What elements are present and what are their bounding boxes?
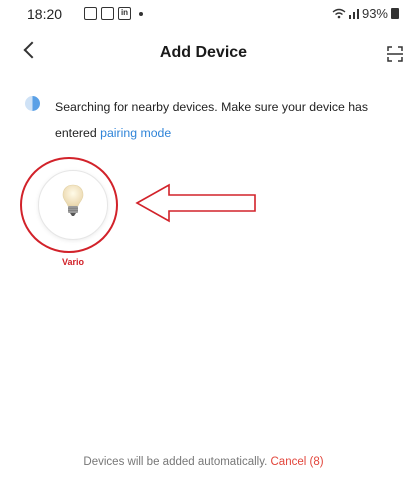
bulb-icon	[62, 184, 84, 216]
cancel-button[interactable]: Cancel (8)	[271, 456, 324, 468]
status-time: 18:20	[27, 6, 63, 22]
footer-text: Devices will be added automatically.	[83, 456, 271, 468]
battery-percentage: 93%	[361, 6, 388, 21]
status-bar: 18:20 in 93%	[0, 0, 407, 28]
annotation-arrow	[135, 183, 256, 223]
device-name: Vario	[61, 257, 84, 267]
more-notifications-icon	[139, 11, 143, 16]
gallery-icon	[84, 7, 97, 20]
linkedin-icon: in	[118, 7, 131, 20]
wifi-icon	[332, 8, 346, 19]
footer-message: Devices will be added automatically. Can…	[0, 456, 407, 468]
status-notification-icons: in	[84, 7, 143, 20]
header: Add Device	[0, 36, 407, 72]
pairing-mode-link[interactable]: pairing mode	[100, 126, 171, 140]
battery-icon	[391, 8, 399, 19]
signal-icon	[348, 9, 359, 19]
scan-icon[interactable]	[387, 46, 403, 62]
search-status-text: Searching for nearby devices. Make sure …	[55, 94, 395, 146]
device-item-vario[interactable]	[38, 170, 108, 240]
status-right: 93%	[332, 6, 399, 21]
camera-icon	[101, 7, 114, 20]
spinner-icon	[25, 96, 40, 111]
page-title: Add Device	[159, 44, 248, 61]
